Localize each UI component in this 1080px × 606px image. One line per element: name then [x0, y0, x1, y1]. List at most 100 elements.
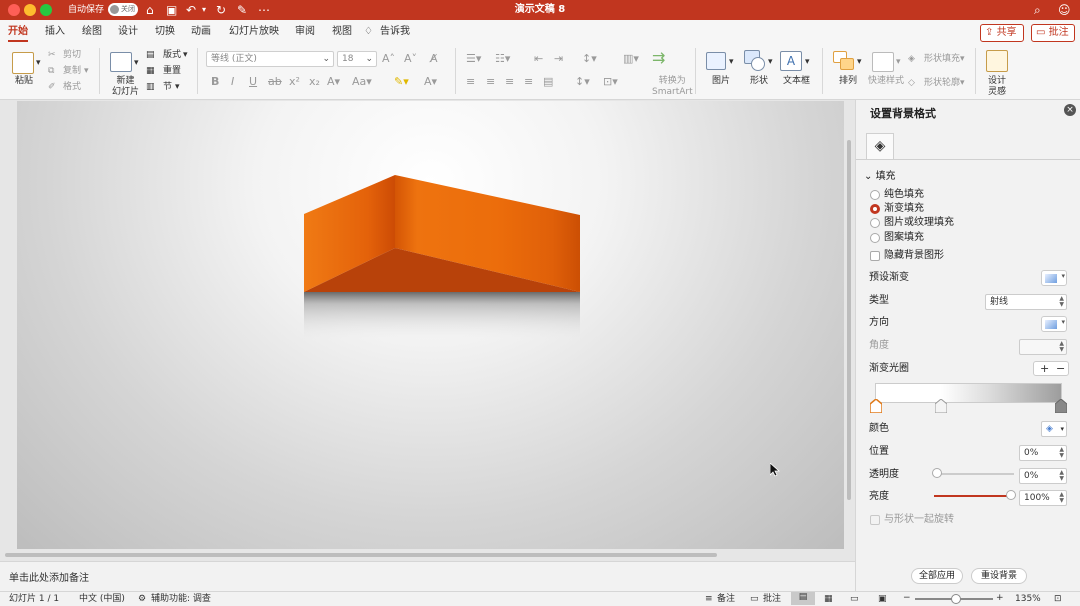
layout-dropdown-icon[interactable]: ▾	[183, 50, 188, 61]
rotate-with-shape-checkbox[interactable]	[870, 515, 880, 525]
shape-fill-icon[interactable]: ◈	[908, 54, 915, 65]
reset-button[interactable]: 重置	[163, 66, 181, 77]
picture-dropdown-icon[interactable]: ▾	[729, 57, 734, 68]
gradient-type-select[interactable]: 射线 ▲ ▼	[985, 294, 1067, 310]
quick-styles-icon[interactable]	[872, 52, 894, 72]
reset-icon[interactable]: ▦	[146, 66, 155, 77]
gradient-bar[interactable]	[875, 383, 1062, 403]
fit-to-window-icon[interactable]: ⊡	[1054, 594, 1062, 605]
layout-icon[interactable]: ▤	[146, 50, 155, 61]
justify-icon[interactable]: ≡	[524, 76, 533, 88]
tab-slideshow[interactable]: 幻灯片放映	[229, 26, 279, 38]
tab-tell-me[interactable]: 告诉我	[380, 26, 410, 38]
normal-view-icon[interactable]: ▤	[791, 592, 815, 605]
account-icon[interactable]: ☺	[1058, 2, 1071, 18]
picture-fill-radio[interactable]	[870, 218, 880, 228]
font-color-icon[interactable]: A▾	[424, 76, 437, 88]
orange-3d-shape[interactable]	[17, 101, 844, 549]
tab-view[interactable]: 视图	[332, 26, 352, 38]
reset-background-button[interactable]: 重设背景	[971, 568, 1027, 584]
gradient-fill-radio[interactable]	[870, 204, 880, 214]
cut-button[interactable]: 剪切	[63, 50, 81, 61]
section-icon[interactable]: ▥	[146, 82, 155, 93]
gradient-stop-1[interactable]	[870, 399, 882, 413]
horizontal-scrollbar[interactable]	[5, 553, 717, 557]
zoom-slider-knob[interactable]	[951, 594, 961, 604]
bullets-icon[interactable]: ☰▾	[466, 53, 481, 65]
change-case-icon[interactable]: Aa▾	[352, 76, 372, 88]
transparency-input[interactable]: 0% ▲ ▼	[1019, 468, 1067, 484]
highlight-icon[interactable]: ✎▾	[394, 76, 409, 88]
paste-icon[interactable]	[12, 52, 34, 74]
add-stop-button[interactable]: +	[1040, 362, 1049, 375]
zoom-level[interactable]: 135%	[1015, 594, 1041, 605]
paste-dropdown-icon[interactable]: ▾	[36, 58, 41, 69]
align-center-icon[interactable]: ≡	[486, 76, 495, 88]
picture-icon[interactable]	[706, 52, 726, 70]
textbox-dropdown-icon[interactable]: ▾	[805, 57, 810, 68]
strikethrough-icon[interactable]: ab	[268, 76, 282, 88]
clear-format-icon[interactable]: A̸	[430, 53, 438, 65]
comments-toggle[interactable]: 批注	[763, 594, 781, 605]
hide-bg-graphics-checkbox[interactable]	[870, 251, 880, 261]
comment-button[interactable]: ▭ 批注	[1031, 24, 1075, 42]
tab-home[interactable]: 开始	[8, 26, 28, 38]
search-icon[interactable]: ⌕	[1034, 2, 1041, 18]
preset-gradient-picker[interactable]	[1041, 270, 1067, 286]
gradient-stop-2[interactable]	[935, 399, 947, 413]
superscript-icon[interactable]: x²	[289, 76, 300, 88]
close-pane-button[interactable]: ×	[1064, 104, 1076, 116]
zoom-out-icon[interactable]: −	[903, 593, 911, 604]
smartart-icon[interactable]: ⇉	[652, 50, 665, 66]
align-left-icon[interactable]: ≡	[466, 76, 475, 88]
distributed-icon[interactable]: ▤	[543, 76, 553, 88]
quick-styles-label[interactable]: 快速样式	[868, 76, 904, 87]
zoom-in-icon[interactable]: +	[996, 593, 1004, 604]
quick-styles-dropdown-icon[interactable]: ▾	[896, 57, 901, 68]
increase-font-icon[interactable]: A˄	[382, 53, 395, 65]
subscript-icon[interactable]: x₂	[309, 76, 320, 88]
brightness-slider-track[interactable]	[934, 495, 1014, 497]
new-slide-dropdown-icon[interactable]: ▾	[134, 58, 139, 69]
text-effects-icon[interactable]: A▾	[327, 76, 340, 88]
align-text-icon[interactable]: ⊡▾	[603, 76, 618, 88]
shape-outline-icon[interactable]: ◇	[908, 78, 915, 89]
decrease-font-icon[interactable]: A˅	[404, 53, 417, 65]
direction-picker[interactable]	[1041, 316, 1067, 332]
tab-draw[interactable]: 绘图	[82, 26, 102, 38]
tab-review[interactable]: 审阅	[295, 26, 315, 38]
slide-sorter-icon[interactable]: ▦	[824, 594, 833, 605]
brightness-input[interactable]: 100% ▲ ▼	[1019, 490, 1067, 506]
textbox-icon[interactable]: A	[780, 51, 802, 71]
format-painter-icon[interactable]: ✐	[48, 82, 56, 93]
shape-dropdown-icon[interactable]: ▾	[768, 57, 773, 68]
solid-fill-radio[interactable]	[870, 190, 880, 200]
arrange-dropdown-icon[interactable]: ▾	[857, 57, 862, 68]
numbering-icon[interactable]: ☷▾	[495, 53, 510, 65]
tab-design[interactable]: 设计	[118, 26, 138, 38]
copy-button[interactable]: 复制	[63, 66, 81, 77]
decrease-indent-icon[interactable]: ⇤	[534, 53, 543, 65]
vertical-scrollbar[interactable]	[847, 140, 851, 500]
gradient-stop-3[interactable]	[1055, 399, 1067, 413]
reading-view-icon[interactable]: ▭	[850, 594, 859, 605]
new-slide-icon[interactable]	[110, 52, 132, 72]
design-ideas-icon[interactable]	[986, 50, 1008, 72]
bold-icon[interactable]: B	[211, 76, 219, 88]
notes-toggle[interactable]: 备注	[717, 594, 735, 605]
underline-icon[interactable]: U	[249, 76, 257, 88]
fill-section-header[interactable]: ⌄ 填充	[864, 167, 896, 182]
transparency-slider-knob[interactable]	[932, 468, 942, 478]
copy-dropdown-icon[interactable]: ▾	[84, 66, 89, 77]
tab-transitions[interactable]: 切换	[155, 26, 175, 38]
color-picker[interactable]: ◈ ▾	[1041, 421, 1067, 437]
language-indicator[interactable]: 中文 (中国)	[79, 594, 125, 605]
section-button[interactable]: 节	[163, 82, 172, 93]
line-spacing-icon[interactable]: ↕▾	[582, 53, 597, 65]
copy-icon[interactable]: ⧉	[48, 66, 54, 77]
position-input[interactable]: 0% ▲ ▼	[1019, 445, 1067, 461]
slide-canvas[interactable]	[17, 101, 844, 549]
tab-insert[interactable]: 插入	[45, 26, 65, 38]
convert-smartart-label[interactable]: 转换为 SmartArt	[652, 76, 693, 98]
pattern-fill-radio[interactable]	[870, 233, 880, 243]
